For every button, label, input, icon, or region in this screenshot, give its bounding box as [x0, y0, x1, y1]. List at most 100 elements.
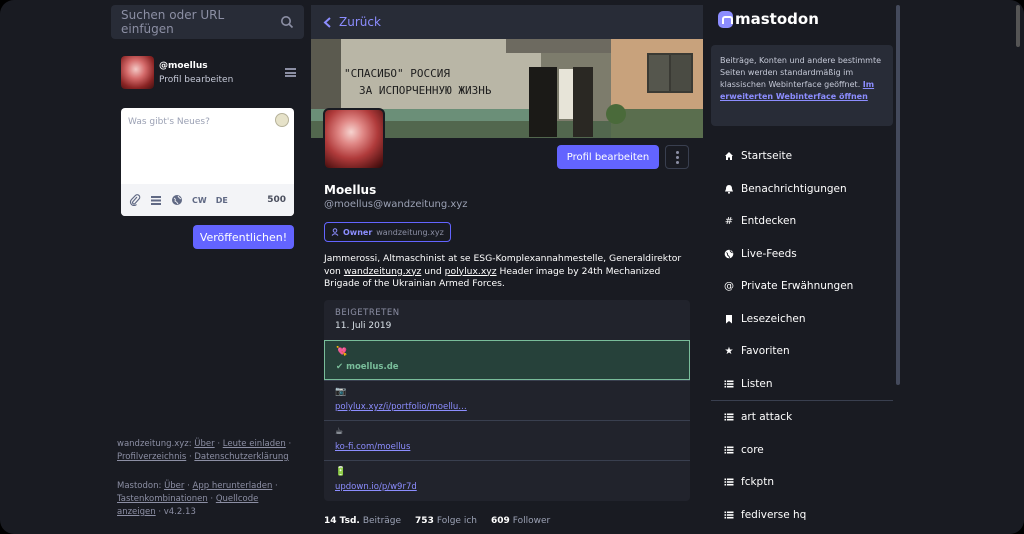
- nav-item-list-fckptn[interactable]: fckptn: [711, 466, 893, 499]
- list-icon: [724, 478, 734, 486]
- more-options-button[interactable]: [665, 145, 689, 169]
- nav-item-home[interactable]: Startseite: [711, 140, 893, 173]
- battery-emoji-icon: 🔋: [335, 467, 347, 477]
- user-icon: [331, 228, 339, 236]
- server-footer-links: wandzeitung.xyz: Über · Leute einladen ·…: [117, 439, 292, 462]
- notice-text: Beiträge, Konten und andere bestimmte Se…: [720, 56, 882, 89]
- profile-acct: @moellus@wandzeitung.xyz: [324, 199, 468, 210]
- role-badge: Owner wandzeitung.xyz: [324, 222, 451, 242]
- nav-label: fediverse hq: [741, 508, 807, 521]
- bio-text: und: [421, 265, 445, 277]
- window-scrollbar[interactable]: [1016, 5, 1020, 47]
- profile-stats: 14 Tsd. Beiträge 753 Folge ich 609 Follower: [324, 516, 550, 526]
- back-button[interactable]: Zurück: [339, 15, 381, 29]
- edit-profile-link[interactable]: Profil bearbeiten: [159, 75, 233, 85]
- web-interface-notice: Beiträge, Konten und andere bestimmte Se…: [711, 45, 893, 126]
- field-link-moellus[interactable]: ✔ moellus.de: [336, 362, 678, 372]
- list-icon: [724, 380, 734, 388]
- chevron-left-icon[interactable]: [323, 16, 332, 28]
- search-input[interactable]: Suchen oder URL einfügen: [121, 8, 280, 36]
- compose-panel: Suchen oder URL einfügen @moellus Profil…: [111, 5, 304, 534]
- nav-label: core: [741, 443, 764, 456]
- mastodon-about-link[interactable]: Über: [164, 481, 184, 491]
- camera-emoji-icon: 📷: [335, 387, 347, 397]
- avatar[interactable]: [121, 56, 154, 89]
- server-name: wandzeitung.xyz:: [117, 439, 192, 449]
- graffiti-line-2: ЗА ИСПОРЧЕННУЮ ЖИЗНЬ: [359, 84, 492, 97]
- globe-icon: [724, 249, 734, 259]
- nav-item-bookmarks[interactable]: Lesezeichen: [711, 303, 893, 336]
- logo-text: mastodon: [735, 10, 819, 28]
- mastodon-logo[interactable]: mastodon: [718, 10, 819, 28]
- role-domain: wandzeitung.xyz: [376, 227, 444, 237]
- graffiti-line-1: "СПАСИБО" РОССИЯ: [344, 67, 450, 80]
- bio-link-polylux[interactable]: polylux.xyz: [445, 266, 497, 277]
- profile-column: Zurück "СПАСИБО" РОССИЯ ЗА ИСПОРЧЕННУЮ Ж…: [311, 5, 703, 534]
- search-icon: [281, 16, 294, 29]
- compose-toolbar: CW DE 500: [121, 184, 294, 216]
- nav-label: Startseite: [741, 150, 793, 163]
- home-icon: [725, 152, 733, 161]
- attachment-icon[interactable]: [129, 194, 141, 206]
- emoji-icon[interactable]: [275, 113, 289, 127]
- field-row: ☕ ko-fi.com/moellus: [324, 420, 690, 460]
- keyboard-shortcuts-link[interactable]: Tastenkombinationen: [117, 494, 208, 504]
- mastodon-label: Mastodon:: [117, 481, 162, 491]
- nav-item-live-feeds[interactable]: Live-Feeds: [711, 238, 893, 271]
- search-box[interactable]: Suchen oder URL einfügen: [111, 5, 304, 39]
- privacy-link[interactable]: Datenschutzerklärung: [194, 452, 288, 462]
- followers-stat[interactable]: 609 Follower: [491, 516, 550, 526]
- field-row: 📷 polylux.xyz/i/portfolio/moellu…: [324, 380, 690, 420]
- nav-item-explore[interactable]: # Entdecken: [711, 205, 893, 238]
- column-header: Zurück: [311, 5, 703, 39]
- nav-item-favourites[interactable]: ★ Favoriten: [711, 335, 893, 368]
- globe-icon[interactable]: [171, 194, 183, 206]
- poll-icon[interactable]: [150, 194, 162, 206]
- joined-date: 11. Juli 2019: [335, 321, 392, 331]
- edit-profile-button[interactable]: Profil bearbeiten: [557, 145, 659, 169]
- navigation-panel: mastodon Beiträge, Konten und andere bes…: [711, 5, 893, 534]
- nav-item-list-fediverse-hq[interactable]: fediverse hq: [711, 499, 893, 532]
- joined-field: BEIGETRETEN 11. Juli 2019: [335, 308, 400, 331]
- field-link-portfolio[interactable]: polylux.xyz/i/portfolio/moellu…: [335, 402, 679, 412]
- invite-link[interactable]: Leute einladen: [223, 439, 286, 449]
- nav-item-private-mentions[interactable]: @ Private Erwähnungen: [711, 270, 893, 303]
- content-warning-button[interactable]: CW: [192, 196, 207, 205]
- nav-item-lists[interactable]: Listen: [711, 368, 893, 401]
- profile-avatar[interactable]: [323, 108, 385, 170]
- directory-link[interactable]: Profilverzeichnis: [117, 452, 186, 462]
- nav-label: Entdecken: [741, 215, 797, 228]
- character-counter: 500: [267, 195, 286, 205]
- nav-label: Listen: [741, 377, 773, 390]
- joined-label: BEIGETRETEN: [335, 308, 400, 318]
- nav-item-list-core[interactable]: core: [711, 434, 893, 467]
- compose-form: Was gibt's Neues? CW DE 500: [121, 108, 294, 216]
- publish-button[interactable]: Veröffentlichen!: [193, 225, 294, 249]
- browser-window: Suchen oder URL einfügen @moellus Profil…: [0, 0, 1024, 534]
- menu-icon[interactable]: [285, 68, 296, 77]
- nav-label: Benachrichtigungen: [741, 182, 847, 195]
- nav-item-notifications[interactable]: Benachrichtigungen: [711, 173, 893, 206]
- current-account: @moellus Profil bearbeiten: [121, 56, 304, 96]
- get-app-link[interactable]: App herunterladen: [193, 481, 273, 491]
- version-label: v4.2.13: [163, 507, 196, 517]
- field-row-verified: 💘 ✔ moellus.de: [324, 340, 690, 380]
- profile-bio: Jammerossi, Altmaschinist at se ESG-Komp…: [324, 253, 690, 291]
- account-handle[interactable]: @moellus: [159, 61, 208, 71]
- posts-stat[interactable]: 14 Tsd. Beiträge: [324, 516, 401, 526]
- language-button[interactable]: DE: [216, 196, 228, 205]
- field-link-kofi[interactable]: ko-fi.com/moellus: [335, 442, 679, 452]
- bio-link-wandzeitung[interactable]: wandzeitung.xyz: [344, 266, 422, 277]
- coffee-emoji-icon: ☕: [335, 427, 344, 437]
- heart-emoji-icon: 💘: [336, 347, 348, 357]
- list-icon: [724, 511, 734, 519]
- main-navigation: Startseite Benachrichtigungen # Entdecke…: [711, 140, 893, 531]
- at-icon: @: [724, 280, 734, 292]
- nav-label: Favoriten: [741, 345, 790, 358]
- field-link-updown[interactable]: updown.io/p/w9r7d: [335, 482, 679, 492]
- following-stat[interactable]: 753 Folge ich: [415, 516, 477, 526]
- nav-item-list-art-attack[interactable]: art attack: [711, 401, 893, 434]
- about-link[interactable]: Über: [194, 439, 214, 449]
- compose-textarea[interactable]: Was gibt's Neues?: [128, 117, 210, 127]
- sidebar-scrollbar[interactable]: [896, 5, 900, 385]
